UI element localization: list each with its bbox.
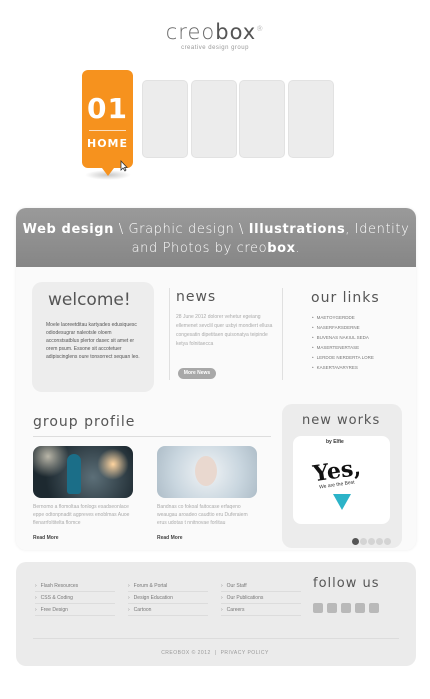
profile-photo-2[interactable] <box>157 446 257 498</box>
follow-us-title: follow us <box>313 576 380 591</box>
group-profile-title: group profile <box>33 414 136 430</box>
slider-dot[interactable] <box>360 538 367 545</box>
social-icons <box>313 600 383 618</box>
slider-pagination <box>352 532 392 550</box>
footer-link[interactable]: Free Design <box>35 604 115 616</box>
footer-link[interactable]: Our Staff <box>221 580 301 592</box>
column-divider <box>169 288 170 380</box>
photo-figure <box>67 454 81 494</box>
link-item[interactable]: KASERTAVARYRES <box>312 363 374 373</box>
mouse-cursor-icon <box>120 160 128 172</box>
footer-link[interactable]: Forum & Portal <box>128 580 208 592</box>
link-item[interactable]: LERDOE NERDERTA LORE <box>312 353 374 363</box>
triangle-icon <box>333 494 351 510</box>
read-more-link[interactable]: Read More <box>33 535 59 541</box>
read-more-link[interactable]: Read More <box>157 535 183 541</box>
nav-item-3[interactable] <box>191 80 237 158</box>
profile-text-1: Bernomo a flomoltaa fonlogs esadseonlace… <box>33 504 130 526</box>
nav-item-number: 01 <box>87 92 128 125</box>
slider-dot[interactable] <box>384 538 391 545</box>
footer-column-2: Forum & Portal Design Education Cartoon <box>128 580 208 616</box>
profile-photo-1[interactable] <box>33 446 133 498</box>
copyright-separator: | <box>214 650 217 656</box>
nav-item-divider <box>89 130 126 131</box>
link-item[interactable]: BUVENAS NAKIUL SEDA <box>312 333 374 343</box>
photo-face <box>195 456 217 486</box>
banner-line-1: Web design \ Graphic design \ Illustrati… <box>22 222 410 237</box>
link-item[interactable]: NASERFARSDERNE <box>312 323 374 333</box>
slider-dot[interactable] <box>376 538 383 545</box>
footer-divider <box>33 638 399 639</box>
links-list: MAETOYGERDDE NASERFARSDERNE BUVENAS NAKI… <box>312 313 374 373</box>
profile-text-2: Bandnas co fokoal faitocase erfaqeno wea… <box>157 504 248 526</box>
privacy-policy-link[interactable]: PRIVACY POLICY <box>221 650 269 656</box>
twitter-icon[interactable] <box>355 603 365 613</box>
slider-dot[interactable] <box>352 538 359 545</box>
welcome-title: welcome! <box>48 290 131 310</box>
nav-item-2[interactable] <box>142 80 188 158</box>
new-works-image[interactable]: by Elfie Yes, We are the Best <box>293 436 390 524</box>
copyright-text: CREOBOX © 2012 <box>161 650 211 656</box>
logo-name: creobox® <box>165 20 265 44</box>
flickr-icon[interactable] <box>327 603 337 613</box>
section-divider <box>33 436 271 437</box>
link-item[interactable]: MAETOYGERDDE <box>312 313 374 323</box>
nav-item-4[interactable] <box>239 80 285 158</box>
image-logo: by Elfie <box>326 439 344 445</box>
site-logo[interactable]: creobox® creative design group <box>0 20 430 51</box>
footer-link[interactable]: Flash Resources <box>35 580 115 592</box>
home-icon[interactable] <box>369 603 379 613</box>
column-divider <box>282 288 283 380</box>
news-date: 28 June 2012 <box>176 314 207 320</box>
banner-line-2: and Photos by creobox. <box>131 241 301 256</box>
footer-link[interactable]: Cartoon <box>128 604 208 616</box>
footer-column-3: Our Staff Our Publications Careers <box>221 580 301 616</box>
news-title: news <box>176 289 217 305</box>
nav-item-label: HOME <box>86 137 129 150</box>
footer-link[interactable]: Design Education <box>128 592 208 604</box>
footer-column-1: Flash Resources CSS & Coding Free Design <box>35 580 115 616</box>
skype-icon[interactable] <box>341 603 351 613</box>
footer-link[interactable]: CSS & Coding <box>35 592 115 604</box>
links-title: our links <box>311 290 380 306</box>
logo-tagline: creative design group <box>181 45 249 51</box>
new-works-title: new works <box>302 413 381 428</box>
slider-dot[interactable] <box>368 538 375 545</box>
nav-item-5[interactable] <box>288 80 334 158</box>
copyright: CREOBOX © 2012 | PRIVACY POLICY <box>0 650 430 656</box>
footer-link[interactable]: Careers <box>221 604 301 616</box>
hero-banner: Web design \ Graphic design \ Illustrati… <box>16 208 416 267</box>
google-plus-icon[interactable] <box>313 603 323 613</box>
nav-item-home[interactable]: 01 HOME <box>82 70 133 176</box>
more-news-button[interactable]: More News <box>178 368 216 379</box>
news-item: 28 June 2012 dolorer vehetur egeiang ell… <box>176 313 280 349</box>
link-item[interactable]: MASERTENERTASE <box>312 343 374 353</box>
footer-link[interactable]: Our Publications <box>221 592 301 604</box>
welcome-text: Moele laoreetditau kartyades edusiquesc … <box>46 322 140 360</box>
